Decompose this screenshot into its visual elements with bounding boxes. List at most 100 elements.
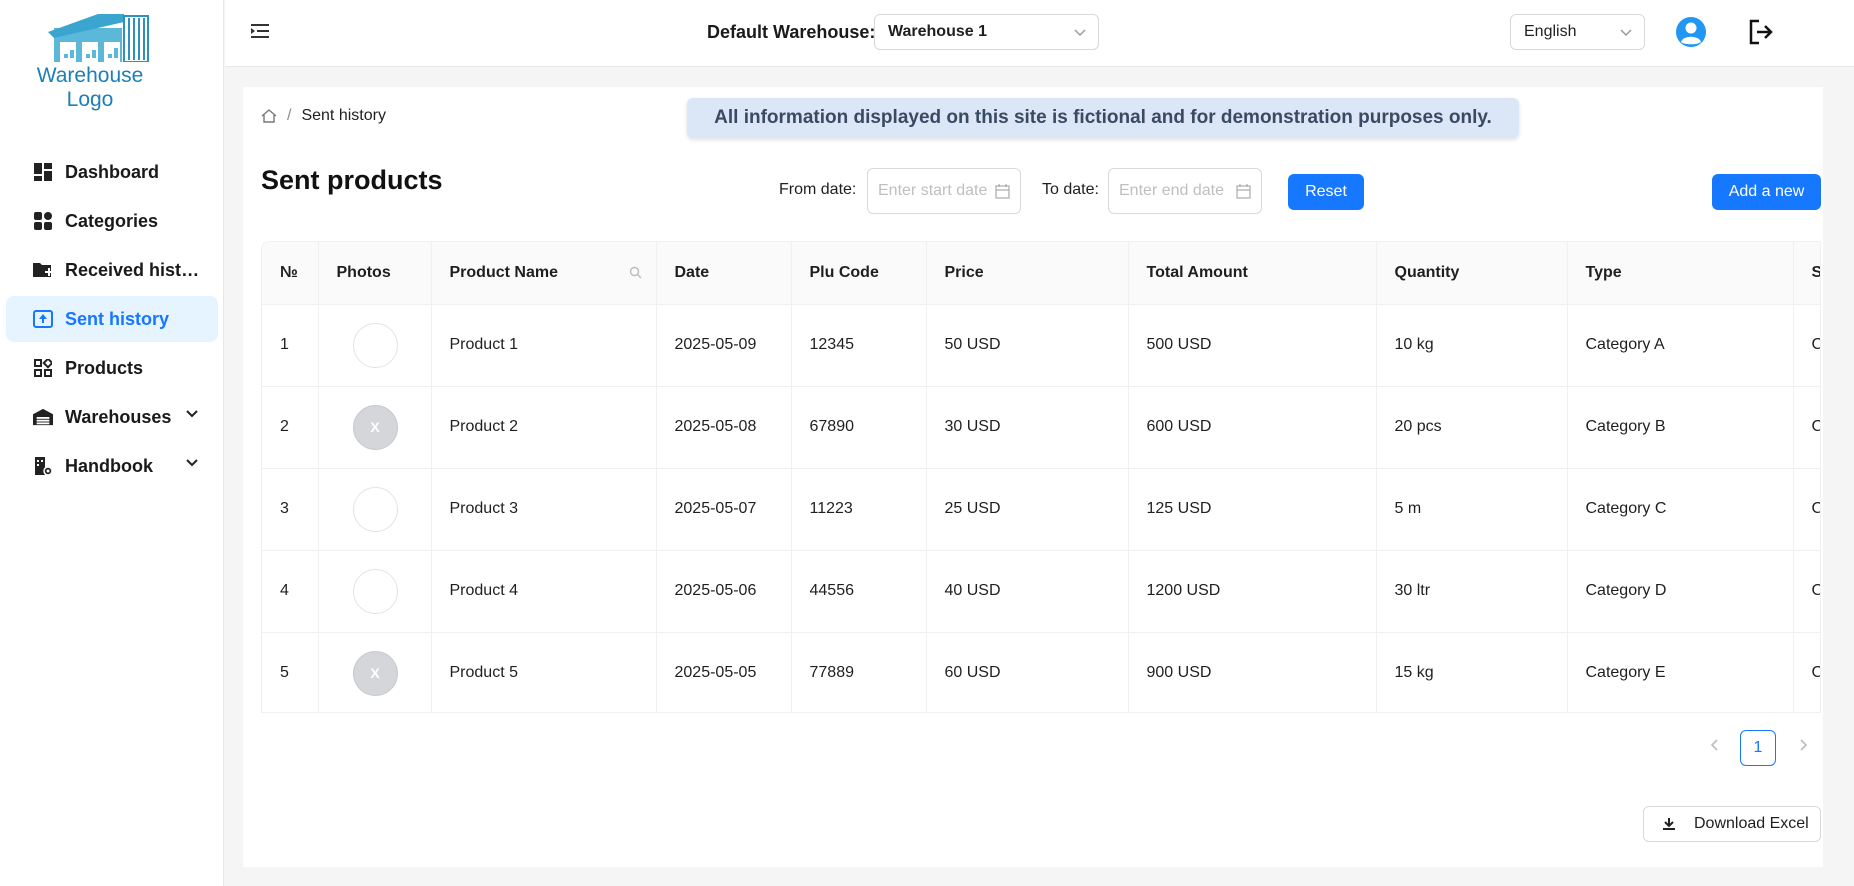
cell-product-name: Product 3 [431, 468, 657, 551]
cell-number: 2 [262, 386, 319, 469]
product-photo[interactable] [352, 322, 398, 368]
cell-total-amount: 900 USD [1128, 632, 1377, 712]
sidebar-item-label: Warehouses [65, 406, 172, 427]
pagination-page-button[interactable]: 1 [1740, 730, 1776, 766]
table-row[interactable]: 5 X Product 5 2025-05-05 77889 60 USD 90… [262, 632, 1820, 712]
download-excel-button[interactable]: Download Excel [1643, 806, 1821, 842]
cell-price: 40 USD [926, 550, 1129, 633]
table-row[interactable]: 4 Product 4 2025-05-06 44556 40 USD 1200… [262, 550, 1820, 633]
cell-photo: X [318, 386, 432, 469]
warehouse-logo-icon [48, 14, 149, 62]
from-date-label: From date: [779, 181, 857, 198]
cell-type: Category B [1567, 386, 1794, 469]
add-new-button[interactable]: Add a new [1712, 174, 1821, 210]
cell-type: Category A [1567, 304, 1794, 387]
cell-photo: X [318, 632, 432, 712]
cell-plu-code: 44556 [791, 550, 927, 633]
cell-plu-code: 77889 [791, 632, 927, 712]
cell-quantity: 5 m [1376, 468, 1568, 551]
cell-truncated: C [1793, 632, 1820, 712]
table-header-row: № Photos Product Name Date Plu Code Pric… [262, 242, 1820, 305]
cell-type: Category E [1567, 632, 1794, 712]
product-photo[interactable]: X [352, 650, 398, 696]
sidebar-item-label: Products [65, 357, 144, 378]
cell-number: 4 [262, 550, 319, 633]
cell-quantity: 20 pcs [1376, 386, 1568, 469]
pagination-prev-icon[interactable] [1708, 738, 1720, 752]
cell-product-name: Product 4 [431, 550, 657, 633]
cell-number: 3 [262, 468, 319, 551]
user-avatar-icon[interactable] [1675, 16, 1707, 48]
calendar-icon [1236, 184, 1251, 199]
column-header-product-name: Product Name [431, 242, 657, 305]
sidebar-item-label: Dashboard [65, 161, 160, 182]
cell-date: 2025-05-09 [656, 304, 792, 387]
cell-photo [318, 550, 432, 633]
sidebar-item-dashboard[interactable]: Dashboard [6, 149, 218, 195]
cell-truncated: C [1793, 386, 1820, 469]
folder-plus-icon [33, 260, 53, 280]
warehouse-icon [33, 407, 53, 427]
cell-type: Category D [1567, 550, 1794, 633]
end-date-input[interactable]: Enter end date [1108, 168, 1262, 214]
grid-icon [33, 211, 53, 231]
breadcrumb-separator: / [287, 107, 292, 124]
start-date-input[interactable]: Enter start date [867, 168, 1021, 214]
product-photo[interactable] [352, 486, 398, 532]
sidebar-item-label: Received histo... [65, 259, 200, 280]
pagination-next-icon[interactable] [1798, 738, 1810, 752]
cell-type: Category C [1567, 468, 1794, 551]
building-gear-icon [33, 456, 53, 476]
chevron-down-icon [1074, 29, 1086, 37]
sidebar-item-label: Handbook [65, 455, 153, 476]
column-header-quantity: Quantity [1376, 242, 1568, 305]
apps-icon [33, 358, 53, 378]
start-date-placeholder: Enter start date [878, 182, 988, 199]
breadcrumb-current: Sent history [301, 107, 386, 124]
cell-total-amount: 125 USD [1128, 468, 1377, 551]
product-photo[interactable]: X [352, 404, 398, 450]
breadcrumb: / Sent history [261, 107, 386, 125]
table-row[interactable]: 3 Product 3 2025-05-07 11223 25 USD 125 … [262, 468, 1820, 551]
upload-box-icon [33, 309, 53, 329]
cell-number: 1 [262, 304, 319, 387]
home-icon[interactable] [261, 108, 277, 124]
column-header-number: № [262, 242, 319, 305]
language-select[interactable]: English [1510, 14, 1645, 50]
sidebar-item-handbook[interactable]: Handbook [6, 443, 218, 489]
cell-plu-code: 12345 [791, 304, 927, 387]
sent-products-table: № Photos Product Name Date Plu Code Pric… [261, 241, 1821, 713]
cell-price: 25 USD [926, 468, 1129, 551]
column-header-type: Type [1567, 242, 1794, 305]
logo[interactable]: Warehouse Logo [12, 14, 172, 111]
chevron-down-icon [186, 410, 198, 418]
cell-truncated: C [1793, 304, 1820, 387]
sidebar-item-products[interactable]: Products [6, 345, 218, 391]
reset-button[interactable]: Reset [1288, 174, 1364, 210]
demo-notice-banner: All information displayed on this site i… [687, 98, 1519, 138]
sidebar: Warehouse Logo Dashboard Categories Rece… [0, 0, 224, 886]
logout-icon[interactable] [1747, 18, 1775, 46]
cell-photo [318, 304, 432, 387]
sidebar-item-categories[interactable]: Categories [6, 198, 218, 244]
to-date-label: To date: [1042, 181, 1099, 198]
table-row[interactable]: 1 Product 1 2025-05-09 12345 50 USD 500 … [262, 304, 1820, 387]
column-header-photos: Photos [318, 242, 432, 305]
sidebar-item-warehouses[interactable]: Warehouses [6, 394, 218, 440]
chevron-down-icon [1620, 29, 1632, 37]
sidebar-item-sent-history[interactable]: Sent history [6, 296, 218, 342]
table-row[interactable]: 2 X Product 2 2025-05-08 67890 30 USD 60… [262, 386, 1820, 469]
chevron-down-icon [186, 459, 198, 467]
sidebar-item-received-history[interactable]: Received histo... [6, 247, 218, 293]
end-date-placeholder: Enter end date [1119, 182, 1224, 199]
column-header-label: Product Name [449, 263, 558, 281]
search-icon[interactable] [629, 266, 642, 279]
default-warehouse-label: Default Warehouse: [707, 22, 876, 42]
download-excel-label: Download Excel [1694, 815, 1809, 832]
warehouse-select[interactable]: Warehouse 1 [874, 14, 1099, 50]
cell-date: 2025-05-07 [656, 468, 792, 551]
product-photo[interactable] [352, 568, 398, 614]
top-header: Default Warehouse: Warehouse 1 English [225, 0, 1854, 67]
column-header-date: Date [656, 242, 792, 305]
menu-fold-icon[interactable] [251, 22, 271, 40]
